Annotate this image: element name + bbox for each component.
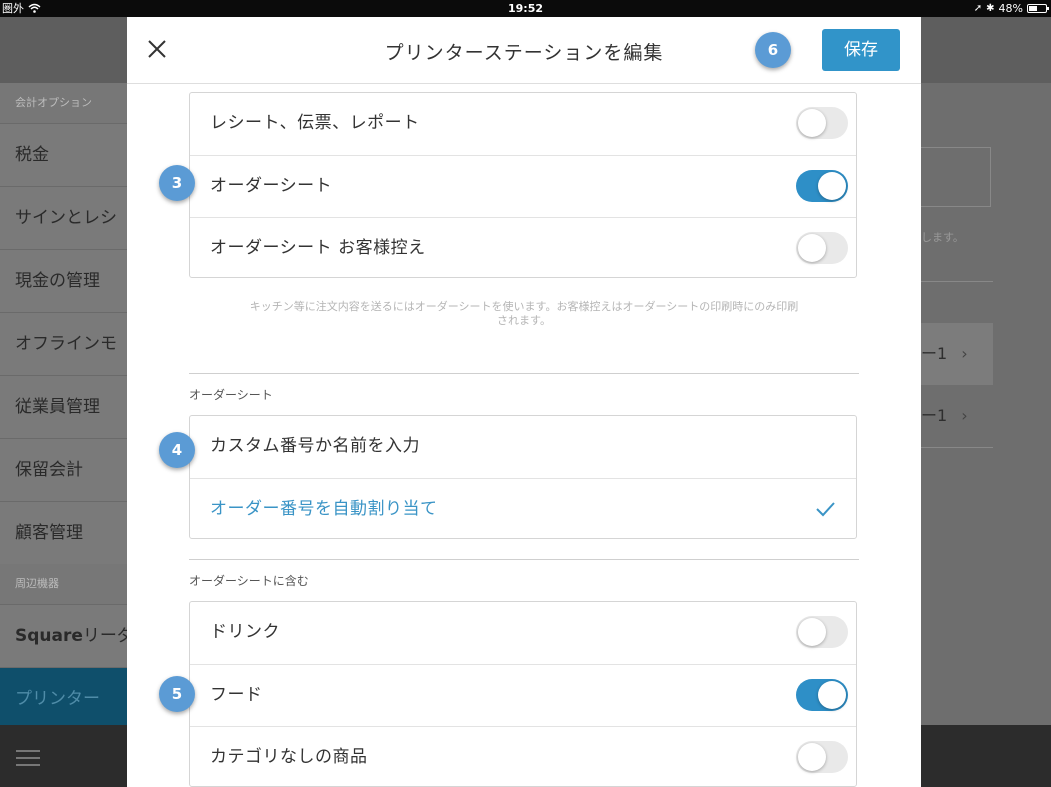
menu-icon — [16, 750, 40, 771]
list-item[interactable]: オーダーシート — [190, 155, 856, 217]
background-divider — [921, 281, 993, 282]
sidebar-item-offline-mode[interactable]: オフラインモ — [0, 312, 127, 375]
order-sheet-section-label: オーダーシート — [189, 388, 273, 402]
edit-printer-station-modal: プリンターステーションを編集 6 保存 レシート、伝票、レポート オーダーシート… — [127, 17, 921, 787]
sidebar-item-customer-management[interactable]: 顧客管理 — [0, 501, 127, 564]
sidebar-item-printers[interactable]: プリンター — [0, 667, 127, 730]
modal-header: プリンターステーションを編集 6 保存 — [127, 17, 921, 84]
row-label: レシート、伝票、レポート — [210, 113, 420, 133]
uncategorized-toggle[interactable] — [796, 741, 848, 773]
list-item[interactable]: オーダー番号を自動割り当て — [190, 478, 856, 540]
background-row: ー1 › — [921, 385, 993, 447]
bluetooth-icon: ✱ — [986, 3, 995, 14]
battery-icon — [1027, 4, 1049, 13]
chevron-right-icon: › — [961, 344, 968, 363]
location-icon: ➚ — [973, 3, 983, 14]
status-right: ➚ ✱ 48% — [973, 0, 1049, 17]
row-label: オーダーシート お客様控え — [210, 238, 426, 258]
order-sheet-customer-copy-toggle[interactable] — [796, 232, 848, 264]
row-label: ドリンク — [210, 622, 280, 642]
list-item[interactable]: カテゴリなしの商品 — [190, 726, 856, 787]
sidebar-section-checkout-options: 会計オプション — [15, 96, 92, 109]
background-divider — [921, 447, 993, 448]
row-label: フード — [210, 685, 263, 705]
list-item[interactable]: カスタム番号か名前を入力 — [190, 416, 856, 478]
drinks-toggle[interactable] — [796, 616, 848, 648]
food-toggle[interactable] — [796, 679, 848, 711]
checkmark-icon — [816, 502, 835, 517]
step-badge-5: 5 — [159, 676, 195, 712]
square-brand-label: Square — [15, 626, 83, 646]
step-badge-3: 3 — [159, 165, 195, 201]
chevron-right-icon: › — [961, 406, 968, 425]
sidebar-item-saved-sales[interactable]: 保留会計 — [0, 438, 127, 501]
background-hint: します。 — [921, 231, 964, 244]
battery-percent: 48% — [998, 2, 1023, 15]
print-note-line: キッチン等に注文内容を送るにはオーダーシートを使います。お客様控えはオーダーシー… — [249, 300, 799, 313]
print-types-group: レシート、伝票、レポート オーダーシート オーダーシート お客様控え — [189, 92, 857, 278]
list-item[interactable]: レシート、伝票、レポート — [190, 93, 856, 155]
print-note-line: されます。 — [497, 314, 551, 327]
status-bar: 圏外 19:52 ➚ ✱ 48% — [0, 0, 1051, 17]
sidebar-item-signature-receipt[interactable]: サインとレシ — [0, 186, 127, 249]
print-note: キッチン等に注文内容を送るにはオーダーシートを使います。お客様控えはオーダーシー… — [189, 300, 859, 328]
sidebar-item-tax[interactable]: 税金 — [0, 123, 127, 186]
background-input — [921, 147, 991, 207]
order-sheet-toggle[interactable] — [796, 170, 848, 202]
step-badge-4: 4 — [159, 432, 195, 468]
list-item[interactable]: フード — [190, 664, 856, 726]
divider — [189, 559, 859, 560]
include-section-label: オーダーシートに含む — [189, 574, 309, 588]
clock: 19:52 — [507, 2, 543, 15]
list-item[interactable]: オーダーシート お客様控え — [190, 217, 856, 279]
background-row: ー1 › — [921, 323, 993, 385]
save-button[interactable]: 保存 — [822, 29, 900, 71]
sidebar-section-hardware: 周辺機器 — [15, 577, 59, 590]
reader-label: リーダ — [82, 626, 127, 646]
include-items-group: ドリンク フード カテゴリなしの商品 — [189, 601, 857, 787]
row-label: オーダー番号を自動割り当て — [210, 499, 438, 519]
row-label: オーダーシート — [210, 176, 333, 196]
sidebar-item-square-reader[interactable]: Squareリーダ — [0, 604, 127, 667]
background-sidebar: 会計オプション 税金 サインとレシ 現金の管理 オフラインモ 従業員管理 保留会… — [0, 83, 127, 787]
order-number-group: カスタム番号か名前を入力 オーダー番号を自動割り当て — [189, 415, 857, 539]
step-badge-6: 6 — [755, 32, 791, 68]
list-item[interactable]: ドリンク — [190, 602, 856, 664]
sidebar-item-employee-management[interactable]: 従業員管理 — [0, 375, 127, 438]
background-content: します。 ー1 › ー1 › — [921, 83, 1051, 725]
divider — [189, 373, 859, 374]
background-row-label: ー1 — [921, 406, 948, 425]
row-label: カスタム番号か名前を入力 — [210, 436, 420, 456]
modal-title: プリンターステーションを編集 — [384, 42, 664, 64]
row-label: カテゴリなしの商品 — [210, 747, 368, 767]
receipts-toggle[interactable] — [796, 107, 848, 139]
background-row-label: ー1 — [921, 344, 948, 363]
sidebar-item-cash-management[interactable]: 現金の管理 — [0, 249, 127, 312]
